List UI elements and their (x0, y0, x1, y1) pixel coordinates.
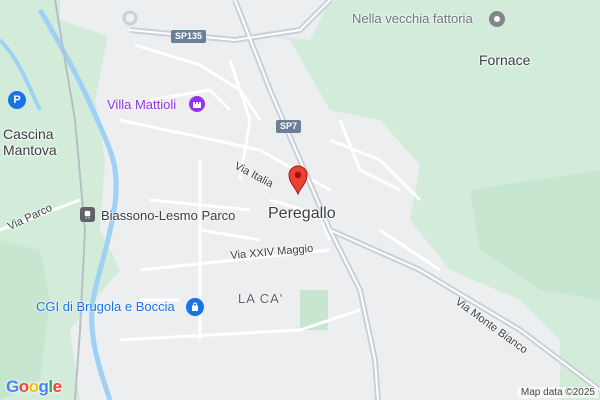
train-station-icon[interactable] (80, 207, 95, 222)
google-logo[interactable]: Google (6, 377, 62, 397)
route-shield-sp7: SP7 (276, 120, 302, 133)
place-label-fornace: Fornace (479, 52, 531, 68)
pin-dot (494, 16, 500, 22)
castle-icon[interactable] (189, 96, 205, 112)
place-label-peregallo: Peregallo (268, 205, 336, 222)
place-label-cascina: Cascina (3, 126, 54, 142)
poi-pin-icon[interactable] (489, 11, 505, 27)
parking-icon[interactable]: P (8, 91, 26, 109)
route-shield-sp135: SP135 (171, 30, 207, 43)
shopping-bag-icon[interactable] (186, 298, 204, 316)
map-data-attribution[interactable]: Map data ©2025 (517, 387, 598, 398)
poi-label-biassono-station[interactable]: Biassono-Lesmo Parco (101, 208, 235, 223)
poi-label-cgi-brugola[interactable]: CGI di Brugola e Boccia (36, 299, 175, 314)
place-label-mantova: Mantova (3, 142, 57, 158)
place-label-la-ca: LA CA' (238, 291, 284, 306)
poi-label-nella-vecchia-fattoria[interactable]: Nella vecchia fattoria (352, 11, 473, 26)
poi-label-villa-mattioli[interactable]: Villa Mattioli (107, 97, 176, 112)
